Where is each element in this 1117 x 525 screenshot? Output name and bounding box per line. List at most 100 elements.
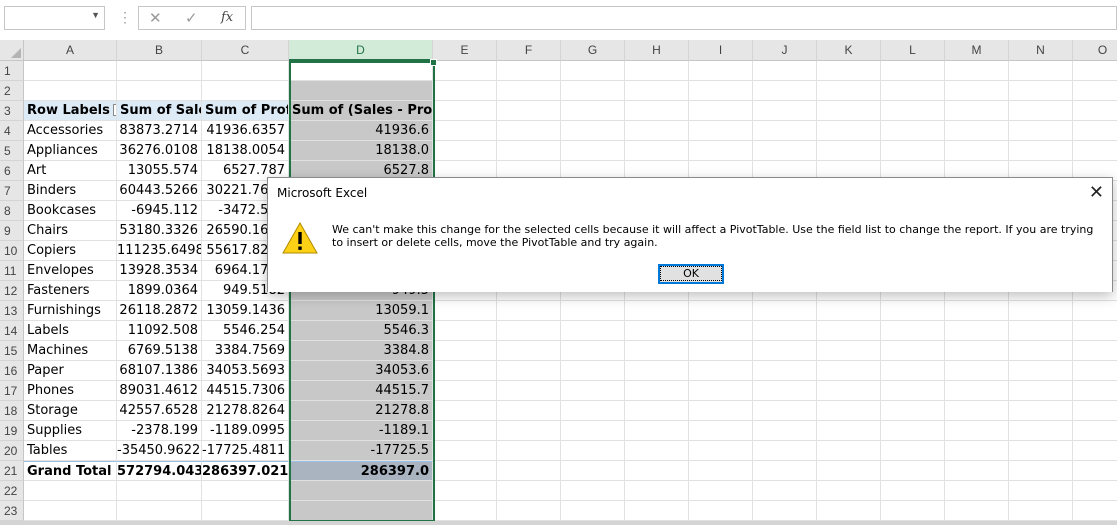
cell-f1[interactable]: [497, 61, 561, 81]
column-header-o[interactable]: O: [1073, 40, 1117, 61]
cell-e17[interactable]: [433, 381, 497, 401]
cell-n18[interactable]: [1009, 401, 1073, 421]
cell-l18[interactable]: [881, 401, 945, 421]
cell-k2[interactable]: [817, 81, 881, 101]
cell-k18[interactable]: [817, 401, 881, 421]
cell-h5[interactable]: [625, 141, 689, 161]
cell-c15[interactable]: 3384.7569: [202, 341, 289, 361]
cell-o2[interactable]: [1073, 81, 1117, 101]
cell-b19[interactable]: -2378.199: [117, 421, 202, 441]
row-header-4[interactable]: 4: [0, 121, 24, 141]
cell-a11[interactable]: Envelopes: [24, 261, 117, 281]
cell-h16[interactable]: [625, 361, 689, 381]
row-header-23[interactable]: 23: [0, 501, 24, 521]
column-header-c[interactable]: C: [202, 40, 289, 61]
column-header-d[interactable]: D: [289, 40, 433, 61]
cell-a23[interactable]: [24, 501, 117, 521]
cell-l15[interactable]: [881, 341, 945, 361]
cell-o22[interactable]: [1073, 481, 1117, 501]
cell-i17[interactable]: [689, 381, 753, 401]
cell-f2[interactable]: [497, 81, 561, 101]
cell-e22[interactable]: [433, 481, 497, 501]
cell-d21[interactable]: 286397.0: [289, 461, 433, 481]
cell-k5[interactable]: [817, 141, 881, 161]
cell-a3[interactable]: Row Labels: [24, 101, 117, 121]
cell-a7[interactable]: Binders: [24, 181, 117, 201]
cell-i5[interactable]: [689, 141, 753, 161]
cell-k1[interactable]: [817, 61, 881, 81]
cell-g14[interactable]: [561, 321, 625, 341]
cell-m1[interactable]: [945, 61, 1009, 81]
cell-b14[interactable]: 11092.508: [117, 321, 202, 341]
cell-e23[interactable]: [433, 501, 497, 521]
cell-f19[interactable]: [497, 421, 561, 441]
cell-h23[interactable]: [625, 501, 689, 521]
cell-l4[interactable]: [881, 121, 945, 141]
cell-o15[interactable]: [1073, 341, 1117, 361]
chevron-down-icon[interactable]: ▼: [91, 10, 100, 20]
cell-f14[interactable]: [497, 321, 561, 341]
cell-c2[interactable]: [202, 81, 289, 101]
cell-e15[interactable]: [433, 341, 497, 361]
cell-j16[interactable]: [753, 361, 817, 381]
cell-m3[interactable]: [945, 101, 1009, 121]
cell-b11[interactable]: 13928.3534: [117, 261, 202, 281]
cell-n13[interactable]: [1009, 301, 1073, 321]
cell-d22[interactable]: [289, 481, 433, 501]
cell-a21[interactable]: Grand Total: [24, 461, 117, 481]
cell-o21[interactable]: [1073, 461, 1117, 481]
cell-f21[interactable]: [497, 461, 561, 481]
formula-input[interactable]: [251, 6, 1117, 30]
cell-i14[interactable]: [689, 321, 753, 341]
cell-j15[interactable]: [753, 341, 817, 361]
cell-h3[interactable]: [625, 101, 689, 121]
cell-j20[interactable]: [753, 441, 817, 461]
cell-d15[interactable]: 3384.8: [289, 341, 433, 361]
cell-n1[interactable]: [1009, 61, 1073, 81]
row-header-14[interactable]: 14: [0, 321, 24, 341]
cell-g23[interactable]: [561, 501, 625, 521]
cell-o1[interactable]: [1073, 61, 1117, 81]
cell-o3[interactable]: [1073, 101, 1117, 121]
cell-j5[interactable]: [753, 141, 817, 161]
cell-n4[interactable]: [1009, 121, 1073, 141]
cell-a8[interactable]: Bookcases: [24, 201, 117, 221]
row-header-21[interactable]: 21: [0, 461, 24, 481]
enter-icon[interactable]: ✓: [185, 9, 198, 27]
cell-n16[interactable]: [1009, 361, 1073, 381]
cell-f16[interactable]: [497, 361, 561, 381]
cell-g18[interactable]: [561, 401, 625, 421]
cell-g5[interactable]: [561, 141, 625, 161]
cell-l3[interactable]: [881, 101, 945, 121]
cell-a1[interactable]: [24, 61, 117, 81]
cell-a22[interactable]: [24, 481, 117, 501]
cell-e14[interactable]: [433, 321, 497, 341]
cell-k20[interactable]: [817, 441, 881, 461]
row-header-1[interactable]: 1: [0, 61, 24, 81]
row-header-11[interactable]: 11: [0, 261, 24, 281]
cell-c5[interactable]: 18138.0054: [202, 141, 289, 161]
cell-d4[interactable]: 41936.6: [289, 121, 433, 141]
cell-b15[interactable]: 6769.5138: [117, 341, 202, 361]
cell-g15[interactable]: [561, 341, 625, 361]
cell-g21[interactable]: [561, 461, 625, 481]
cell-b9[interactable]: 53180.3326: [117, 221, 202, 241]
row-header-3[interactable]: 3: [0, 101, 24, 121]
cell-j4[interactable]: [753, 121, 817, 141]
cell-l21[interactable]: [881, 461, 945, 481]
cell-h21[interactable]: [625, 461, 689, 481]
cell-j21[interactable]: [753, 461, 817, 481]
cell-m2[interactable]: [945, 81, 1009, 101]
row-header-5[interactable]: 5: [0, 141, 24, 161]
cell-i19[interactable]: [689, 421, 753, 441]
row-header-13[interactable]: 13: [0, 301, 24, 321]
cell-o16[interactable]: [1073, 361, 1117, 381]
cell-j22[interactable]: [753, 481, 817, 501]
column-header-a[interactable]: A: [24, 40, 117, 61]
cell-f4[interactable]: [497, 121, 561, 141]
cell-g13[interactable]: [561, 301, 625, 321]
insert-function-icon[interactable]: fx: [221, 10, 233, 25]
row-header-18[interactable]: 18: [0, 401, 24, 421]
cell-m4[interactable]: [945, 121, 1009, 141]
cell-g4[interactable]: [561, 121, 625, 141]
